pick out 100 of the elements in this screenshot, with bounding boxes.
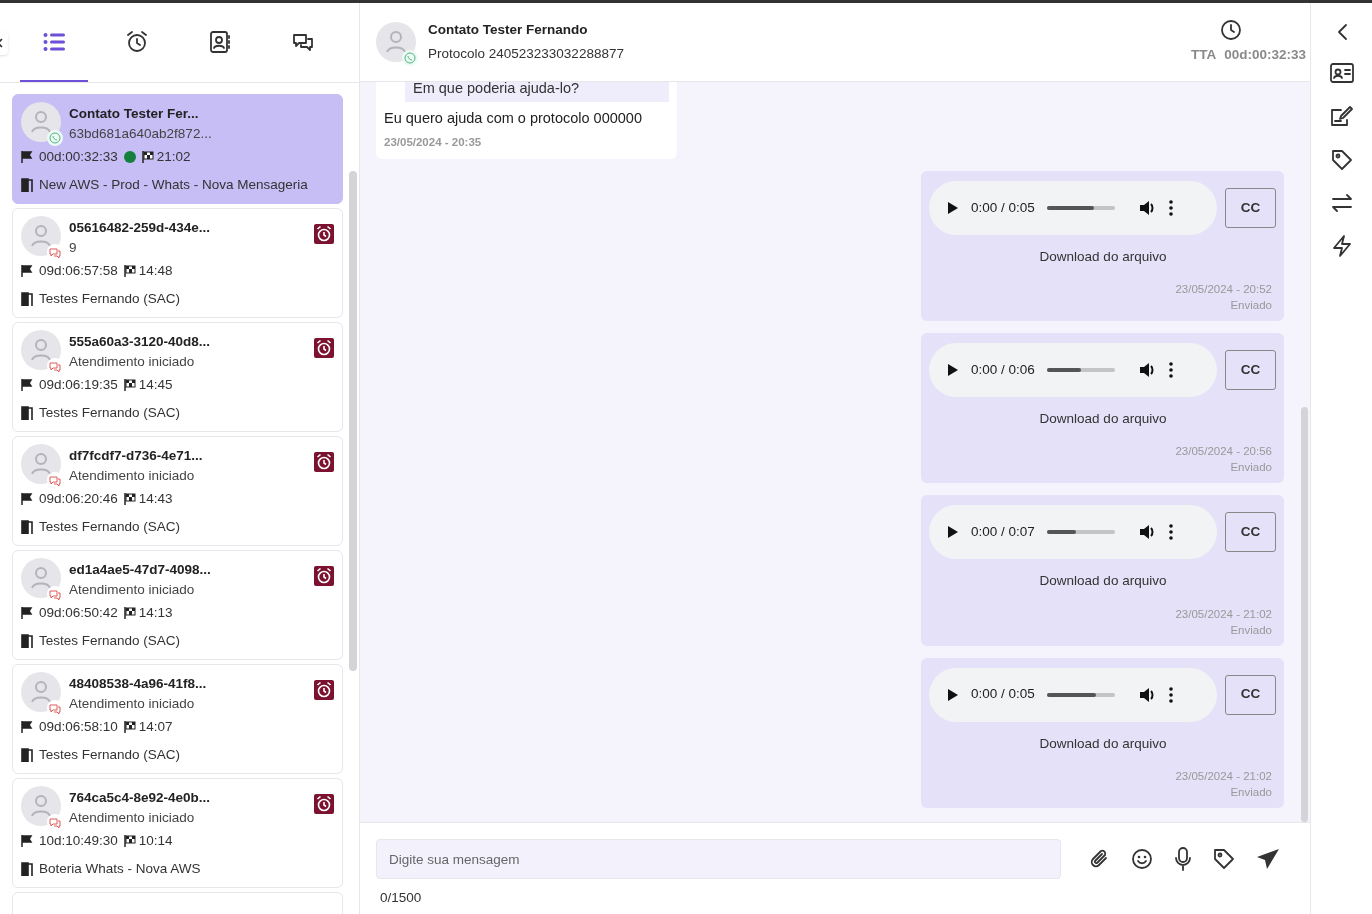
contact-name: 555a60a3-3120-40d8... [69, 333, 211, 351]
seek-track[interactable] [1046, 368, 1115, 372]
queue-name: Testes Fernando (SAC) [39, 745, 181, 764]
elapsed-time: 10d:10:49:30 [39, 831, 118, 850]
audio-player[interactable]: 0:00 / 0:05 [929, 667, 1217, 722]
chat-badge-icon [47, 358, 63, 374]
whatsapp-badge-icon [402, 50, 418, 66]
conversation-card[interactable]: 555a60a3-3120-40d8... Atendimento iniciado 09d:06:19:35 14:45 Testes Fernando (SAC) [12, 322, 343, 432]
delivery-status: Enviado [1230, 622, 1272, 638]
finish-flag-icon [123, 835, 136, 847]
queue-name: Testes Fernando (SAC) [39, 631, 181, 650]
more-options-icon[interactable] [1168, 362, 1173, 378]
elapsed-time: 09d:06:19:35 [39, 375, 118, 394]
audio-player[interactable]: 0:00 / 0:07 [929, 505, 1217, 560]
queue-name: Testes Fernando (SAC) [39, 517, 181, 536]
download-link[interactable]: Download do arquivo [929, 733, 1277, 754]
chat-badge-icon [47, 814, 63, 830]
avatar [21, 672, 61, 712]
avatar [21, 558, 61, 598]
conversation-subtitle: Atendimento iniciado [69, 467, 196, 485]
message-text: Eu quero ajuda com o protocolo 000000 [384, 108, 643, 128]
chevron-left-icon[interactable] [1335, 23, 1348, 41]
conversation-subtitle: Atendimento iniciado [69, 353, 196, 371]
download-link[interactable]: Download do arquivo [929, 246, 1277, 267]
message-timestamp: 23/05/2024 - 20:35 [384, 134, 483, 150]
contact-name: Contato Tester Fernando [428, 20, 589, 39]
finish-flag-icon [123, 721, 136, 733]
lightning-icon[interactable] [1331, 235, 1352, 257]
playback-time: 0:00 / 0:05 [971, 685, 1035, 704]
conversation-card[interactable]: 48408538-4a96-41f8... Atendimento iniciado 09d:06:58:10 14:07 Testes Fernando (SAC) [12, 664, 343, 774]
contact-name: Contato Tester Fer... [69, 105, 200, 123]
scrollbar-thumb[interactable] [349, 171, 357, 671]
seek-track[interactable] [1046, 692, 1115, 697]
captions-button[interactable]: CC [1225, 187, 1276, 228]
character-counter: 0/1500 [380, 889, 423, 907]
contact-name: 05616482-259d-434e... [69, 219, 211, 237]
tag-icon[interactable] [1213, 848, 1235, 870]
contact-card-icon[interactable] [1329, 63, 1354, 83]
door-icon [21, 748, 34, 762]
emoji-icon[interactable] [1131, 848, 1153, 870]
captions-button[interactable]: CC [1225, 512, 1276, 553]
send-icon[interactable] [1256, 848, 1280, 870]
conversation-card[interactable]: 05616482-259d-434e... 9 09d:06:57:58 14:48 Testes Fernando (SAC) [12, 208, 343, 318]
download-link[interactable]: Download do arquivo [929, 571, 1277, 592]
more-options-icon[interactable] [1168, 686, 1173, 703]
captions-button[interactable]: CC [1225, 350, 1276, 390]
queue-name: Boteria Whats - Nova AWS [39, 859, 201, 878]
seek-track[interactable] [1046, 530, 1115, 535]
chat-bubbles-icon [292, 31, 314, 52]
conversation-card[interactable]: 764ca5c4-8e92-4e0b... Atendimento iniciado 10d:10:49:30 10:14 Boteria Whats - Nova AWS [12, 778, 343, 888]
play-icon[interactable] [947, 363, 959, 377]
start-time: 10:14 [138, 831, 173, 850]
more-options-icon[interactable] [1168, 199, 1173, 216]
flag-icon [21, 379, 33, 391]
play-icon[interactable] [947, 525, 959, 540]
quoted-message: Em que poderia ajuda-lo? [405, 82, 669, 102]
elapsed-time: 09d:06:50:42 [39, 603, 118, 622]
microphone-icon[interactable] [1174, 847, 1192, 871]
conversation-card[interactable]: ed1a4ae5-47d7-4098... Atendimento iniciado 09d:06:50:42 14:13 Testes Fernando (SAC) [12, 550, 343, 660]
elapsed-time: 00d:00:32:33 [39, 147, 118, 166]
playback-time: 0:00 / 0:07 [971, 523, 1035, 542]
elapsed-time: 09d:06:20:46 [39, 489, 118, 508]
edit-note-icon[interactable] [1329, 105, 1354, 127]
queue-name: Testes Fernando (SAC) [39, 403, 181, 422]
play-icon[interactable] [947, 200, 959, 215]
door-icon [21, 178, 34, 192]
contact-name: ed1a4ae5-47d7-4098... [69, 561, 211, 579]
paperclip-icon[interactable] [1088, 848, 1110, 870]
elapsed-time: 09d:06:58:10 [39, 717, 118, 736]
tag-icon[interactable] [1330, 149, 1353, 171]
audio-player[interactable]: 0:00 / 0:06 [929, 343, 1217, 397]
flag-icon [21, 607, 33, 619]
playback-time: 0:00 / 0:05 [971, 198, 1035, 217]
download-link[interactable]: Download do arquivo [929, 409, 1277, 430]
conversation-subtitle: 63bd681a640ab2f872... [69, 125, 212, 143]
message-timestamp: 23/05/2024 - 21:02 [1175, 768, 1272, 784]
message-timestamp: 23/05/2024 - 20:56 [1175, 444, 1272, 460]
conversation-card[interactable]: Contato Tester Fer... 63bd681a640ab2f872... 00d:00:32:33 21:02 New AWS - Prod - Whats - Nova Mensageria [12, 94, 343, 204]
chat-badge-icon [47, 472, 63, 488]
playback-time: 0:00 / 0:06 [971, 360, 1035, 379]
list-icon [43, 31, 65, 52]
more-options-icon[interactable] [1168, 524, 1173, 541]
swap-arrows-icon[interactable] [1330, 193, 1353, 213]
door-icon [21, 292, 34, 306]
avatar [21, 330, 61, 370]
audio-player[interactable]: 0:00 / 0:05 [929, 180, 1217, 235]
start-time: 14:45 [138, 375, 173, 394]
start-time: 14:13 [138, 603, 173, 622]
scrollbar-thumb[interactable] [1301, 407, 1308, 822]
captions-button[interactable]: CC [1225, 674, 1276, 715]
seek-track[interactable] [1046, 205, 1115, 210]
play-icon[interactable] [947, 687, 959, 702]
conversation-subtitle: Atendimento iniciado [69, 695, 196, 713]
contact-name: df7fcdf7-d736-4e71... [69, 447, 203, 465]
door-icon [21, 520, 34, 534]
finish-flag-icon [123, 493, 136, 505]
tta-value: 00d:00:32:33 [1224, 45, 1306, 64]
message-input[interactable]: Digite sua mensagem [376, 839, 1061, 879]
conversation-card[interactable]: df7fcdf7-d736-4e71... Atendimento iniciado 09d:06:20:46 14:43 Testes Fernando (SAC) [12, 436, 343, 546]
delivery-status: Enviado [1230, 298, 1272, 313]
